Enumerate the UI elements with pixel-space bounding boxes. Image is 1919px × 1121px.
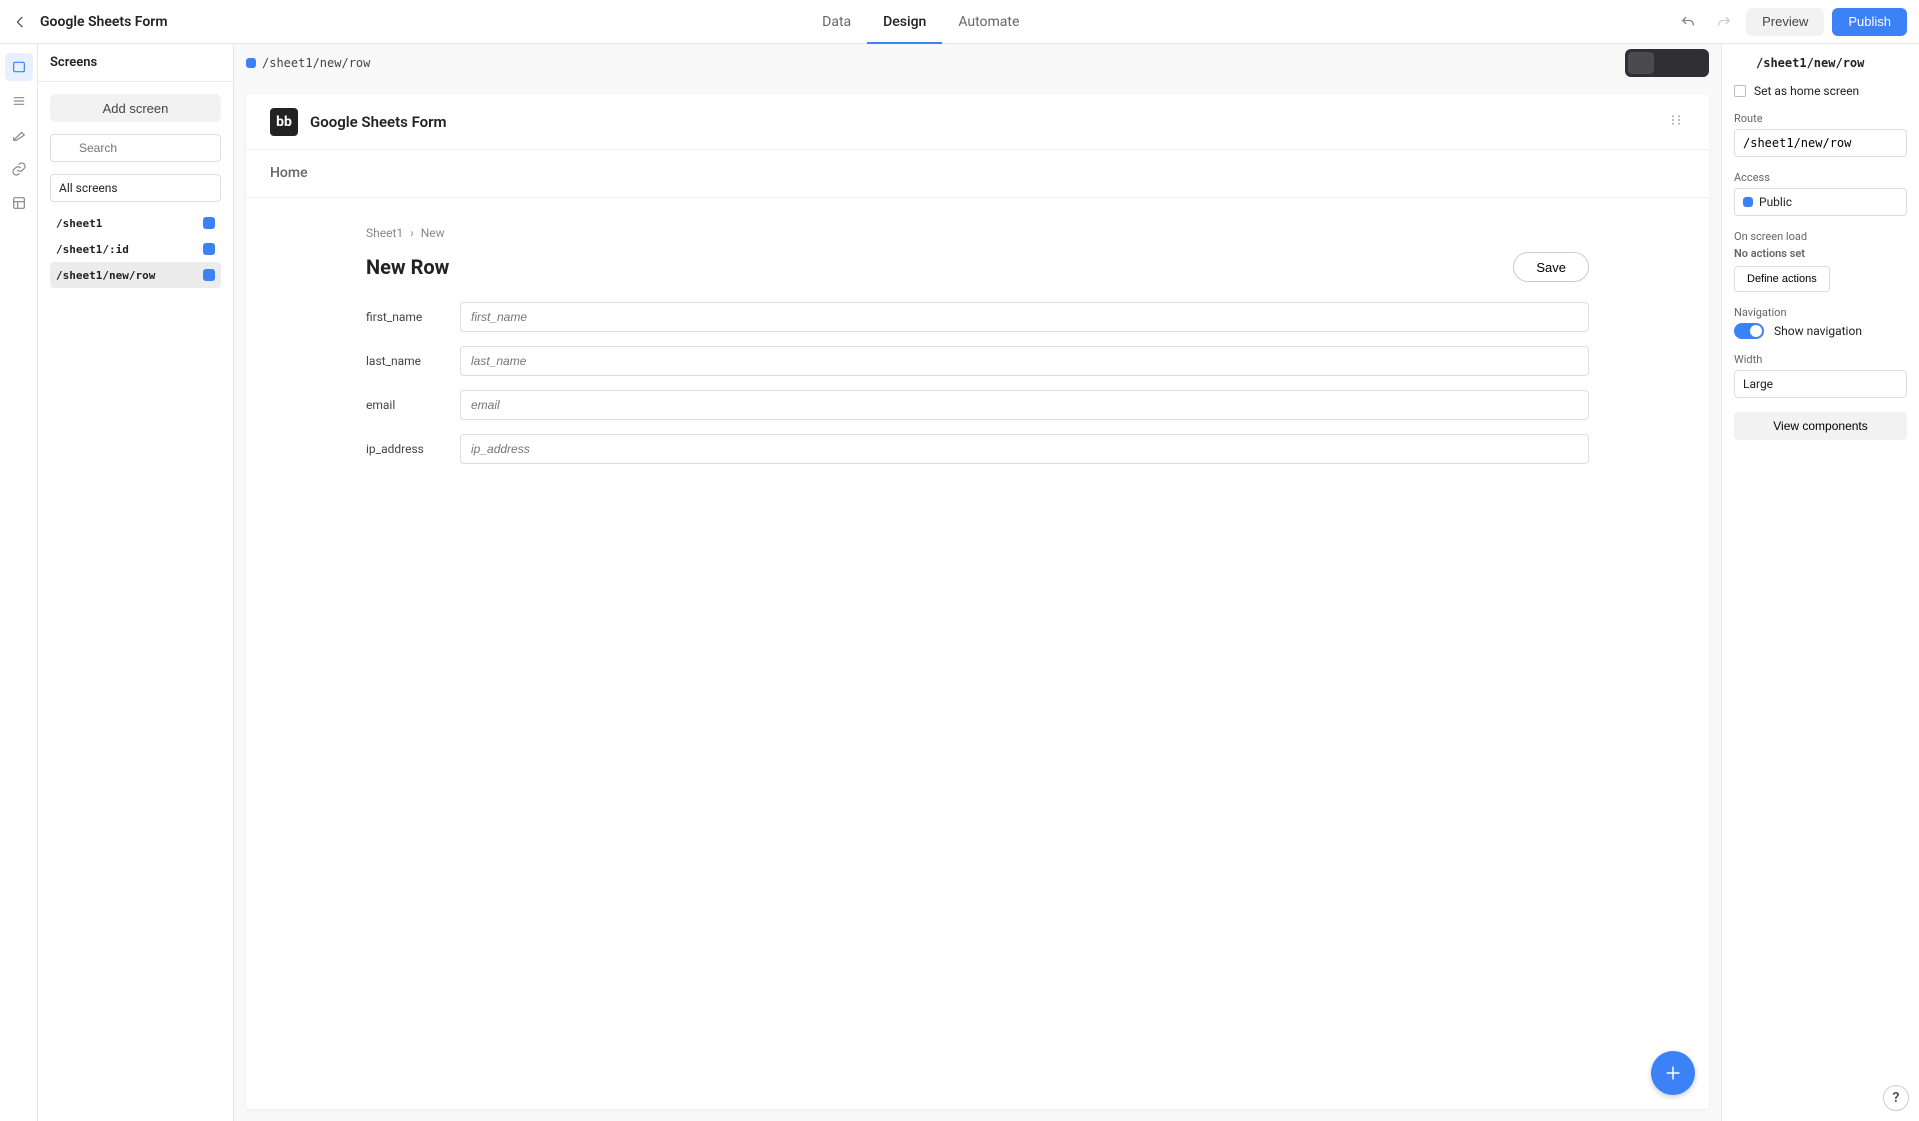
- publish-button[interactable]: Publish: [1832, 8, 1907, 36]
- drag-handle-icon[interactable]: [1667, 111, 1685, 133]
- frame-title: Google Sheets Form: [310, 113, 447, 131]
- screen-item-indicator: [203, 243, 215, 255]
- tab-design[interactable]: Design: [867, 0, 942, 44]
- device-mobile-icon[interactable]: [1680, 52, 1706, 74]
- screen-item-indicator: [203, 269, 215, 281]
- set-home-checkbox[interactable]: Set as home screen: [1734, 84, 1907, 98]
- email-field[interactable]: [460, 390, 1589, 420]
- rail-layout-icon[interactable]: [5, 189, 33, 217]
- chevron-down-icon: [1888, 197, 1898, 207]
- breadcrumb: Sheet1 › New: [366, 226, 1589, 240]
- last-name-field[interactable]: [460, 346, 1589, 376]
- set-home-label: Set as home screen: [1754, 84, 1859, 98]
- screens-filter-dropdown[interactable]: All screens: [50, 174, 221, 202]
- screen-item-path: /sheet1/new/row: [56, 269, 155, 282]
- topbar: Google Sheets Form Data Design Automate …: [0, 0, 1919, 44]
- app-name: Google Sheets Form: [40, 14, 167, 30]
- route-indicator-icon: [246, 58, 256, 68]
- left-panel-title: Screens: [38, 44, 233, 82]
- screen-item-sheet1-id[interactable]: /sheet1/:id: [50, 236, 221, 262]
- rail-screens-icon[interactable]: [5, 53, 33, 81]
- nav-home[interactable]: Home: [270, 150, 308, 198]
- right-panel-header: /sheet1/new/row: [1756, 56, 1864, 70]
- access-value: Public: [1759, 195, 1792, 209]
- right-panel: /sheet1/new/row Set as home screen Route…: [1721, 44, 1919, 1121]
- access-indicator-icon: [1743, 197, 1753, 207]
- screen-icon: [1734, 56, 1748, 70]
- side-rail: [0, 44, 38, 1121]
- navigation-label: Navigation: [1734, 306, 1907, 319]
- device-tablet-icon[interactable]: [1654, 52, 1680, 74]
- field-label: ip_address: [366, 442, 446, 456]
- field-label: last_name: [366, 354, 446, 368]
- add-component-fab[interactable]: [1651, 1051, 1695, 1095]
- view-components-button[interactable]: View components: [1734, 412, 1907, 440]
- rail-links-icon[interactable]: [5, 155, 33, 183]
- help-button[interactable]: ?: [1883, 1085, 1909, 1111]
- screen-item-path: /sheet1: [56, 217, 102, 230]
- ip-address-field[interactable]: [460, 434, 1589, 464]
- width-value: Large: [1743, 377, 1773, 391]
- breadcrumb-current: New: [421, 226, 445, 240]
- device-switch: [1625, 49, 1709, 77]
- left-panel: Screens Add screen All screens /sheet1 /…: [38, 44, 234, 1121]
- checkbox-icon: [1734, 85, 1746, 97]
- breadcrumb-separator-icon: ›: [410, 226, 414, 240]
- rail-theme-icon[interactable]: [5, 121, 33, 149]
- device-desktop-icon[interactable]: [1628, 52, 1654, 74]
- width-select[interactable]: Large: [1734, 370, 1907, 398]
- screen-item-path: /sheet1/:id: [56, 243, 129, 256]
- rail-components-icon[interactable]: [5, 87, 33, 115]
- show-navigation-label: Show navigation: [1774, 324, 1862, 338]
- form-title: New Row: [366, 255, 449, 279]
- route-input[interactable]: [1734, 129, 1907, 157]
- screen-item-sheet1[interactable]: /sheet1: [50, 210, 221, 236]
- search-icon: [58, 141, 72, 155]
- screen-item-indicator: [203, 217, 215, 229]
- back-arrow[interactable]: [12, 14, 28, 30]
- route-chip[interactable]: /sheet1/new/row: [246, 56, 386, 70]
- preview-button[interactable]: Preview: [1746, 8, 1824, 36]
- route-chip-text: /sheet1/new/row: [262, 56, 370, 70]
- app-logo: bb: [270, 108, 298, 136]
- width-label: Width: [1734, 353, 1907, 366]
- chevron-down-icon: [376, 58, 386, 68]
- onload-label: On screen load: [1734, 230, 1907, 243]
- first-name-field[interactable]: [460, 302, 1589, 332]
- chevron-down-icon: [202, 183, 212, 193]
- chevron-down-icon: [1888, 379, 1898, 389]
- define-actions-button[interactable]: Define actions: [1734, 266, 1830, 292]
- onload-status: No actions set: [1734, 247, 1907, 260]
- tab-data[interactable]: Data: [806, 0, 867, 44]
- field-label: first_name: [366, 310, 446, 324]
- undo-icon[interactable]: [1674, 8, 1702, 36]
- breadcrumb-link[interactable]: Sheet1: [366, 226, 403, 240]
- clear-search-icon[interactable]: [201, 141, 215, 155]
- screen-item-sheet1-new-row[interactable]: /sheet1/new/row: [50, 262, 221, 288]
- redo-icon[interactable]: [1710, 8, 1738, 36]
- field-label: email: [366, 398, 446, 412]
- tab-automate[interactable]: Automate: [942, 0, 1035, 44]
- show-navigation-toggle[interactable]: [1734, 323, 1764, 339]
- canvas-frame: bb Google Sheets Form Home Sheet1 › New: [246, 94, 1709, 1109]
- access-select[interactable]: Public: [1734, 188, 1907, 216]
- search-input[interactable]: [50, 134, 221, 162]
- add-screen-button[interactable]: Add screen: [50, 94, 221, 122]
- canvas-area: /sheet1/new/row bb: [234, 44, 1721, 1121]
- screens-filter-value: All screens: [59, 181, 118, 195]
- access-label: Access: [1734, 171, 1907, 184]
- save-button[interactable]: Save: [1513, 252, 1589, 282]
- route-label: Route: [1734, 112, 1907, 125]
